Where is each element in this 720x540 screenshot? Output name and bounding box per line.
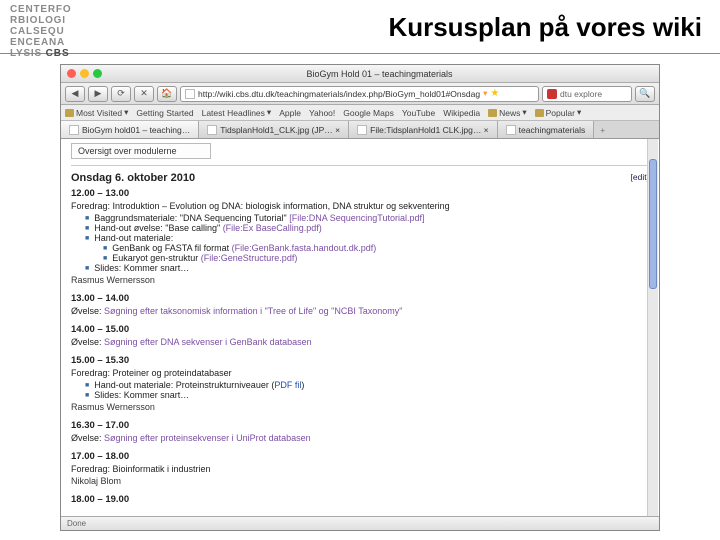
session-desc: Foredrag: Introduktion – Evolution og DN…: [71, 201, 649, 211]
time-range: 15.00 – 15.30: [71, 355, 649, 366]
browser-window: BioGym Hold 01 – teachingmaterials ◀ ▶ ⟳…: [60, 64, 660, 531]
toolbar: ◀ ▶ ⟳ ✕ 🏠 http://wiki.cbs.dtu.dk/teachin…: [61, 83, 659, 105]
session-block: 17.00 – 18.00 Foredrag: Bioinformatik i …: [71, 451, 649, 486]
bookmarks-toolbar: Most Visited▾ Getting Started Latest Hea…: [61, 105, 659, 121]
bookmark-popular[interactable]: Popular▾: [535, 107, 582, 118]
overview-box: Oversigt over modulerne: [71, 143, 211, 159]
tab-biogym[interactable]: BioGym hold01 – teaching…: [61, 121, 199, 138]
exercise-link[interactable]: Søgning efter proteinsekvenser i UniProt…: [104, 433, 311, 443]
reload-button[interactable]: ⟳: [111, 86, 131, 102]
session-block: 16.30 – 17.00 Øvelse: Søgning efter prot…: [71, 420, 649, 443]
bookmark-wikipedia[interactable]: Wikipedia: [443, 108, 480, 118]
time-range: 13.00 – 14.00: [71, 293, 649, 304]
time-range: 18.00 – 19.00: [71, 494, 649, 505]
folder-icon: [488, 109, 497, 117]
folder-icon: [535, 109, 544, 117]
tab-teachingmaterials[interactable]: teachingmaterials: [498, 121, 595, 138]
presenter: Rasmus Wernersson: [71, 275, 649, 285]
list-item: Hand-out materiale: GenBank og FASTA fil…: [85, 233, 649, 263]
new-tab-button[interactable]: +: [594, 121, 611, 138]
search-provider-label: dtu explore: [560, 89, 602, 99]
file-link[interactable]: (File:GeneStructure.pdf): [201, 253, 298, 263]
site-icon: [185, 89, 195, 99]
file-link[interactable]: (File:GenBank.fasta.handout.dk.pdf): [232, 243, 377, 253]
close-window-icon[interactable]: [67, 69, 76, 78]
presenter: Nikolaj Blom: [71, 476, 649, 486]
zoom-window-icon[interactable]: [93, 69, 102, 78]
session-desc: Øvelse: Søgning efter DNA sekvenser i Ge…: [71, 337, 649, 347]
session-desc: Foredrag: Bioinformatik i industrien: [71, 464, 649, 474]
bookmark-apple[interactable]: Apple: [279, 108, 301, 118]
session-block: 18.00 – 19.00: [71, 494, 649, 505]
window-title: BioGym Hold 01 – teachingmaterials: [106, 69, 653, 79]
list-item: Eukaryot gen-struktur (File:GeneStructur…: [103, 253, 649, 263]
session-block: 15.00 – 15.30 Foredrag: Proteiner og pro…: [71, 355, 649, 412]
forward-button[interactable]: ▶: [88, 86, 108, 102]
tab-tidsplan-jpg[interactable]: TidsplanHold1_CLK.jpg (JP… ×: [199, 121, 349, 138]
tab-file-tidsplan[interactable]: File:TidsplanHold1 CLK.jpg… ×: [349, 121, 498, 138]
session-desc: Øvelse: Søgning efter taksonomisk inform…: [71, 306, 649, 316]
tab-icon: [357, 125, 367, 135]
list-item: GenBank og FASTA fil format (File:GenBan…: [103, 243, 649, 253]
bookmark-news[interactable]: News▾: [488, 107, 527, 118]
scrollbar-thumb[interactable]: [649, 159, 657, 289]
time-range: 16.30 – 17.00: [71, 420, 649, 431]
bookmark-getting-started[interactable]: Getting Started: [136, 108, 193, 118]
tab-icon: [506, 125, 516, 135]
session-desc: Øvelse: Søgning efter proteinsekvenser i…: [71, 433, 649, 443]
bookmark-google-maps[interactable]: Google Maps: [343, 108, 394, 118]
status-text: Done: [67, 519, 86, 528]
divider: [71, 165, 649, 166]
tab-strip: BioGym hold01 – teaching… TidsplanHold1_…: [61, 121, 659, 139]
slide-header: CENTERFO RBIOLOGI CALSEQU ENCEANA LYSIS …: [0, 0, 720, 54]
list-item: Baggrundsmateriale: "DNA Sequencing Tuto…: [85, 213, 649, 223]
window-titlebar: BioGym Hold 01 – teachingmaterials: [61, 65, 659, 83]
file-link[interactable]: [File:DNA SequencingTutorial.pdf]: [289, 213, 424, 223]
page-content: Oversigt over modulerne [edit] Onsdag 6.…: [61, 139, 659, 516]
session-block: 12.00 – 13.00 Foredrag: Introduktion – E…: [71, 188, 649, 285]
bookmark-star-icon[interactable]: ★: [490, 88, 499, 99]
search-box[interactable]: dtu explore: [542, 86, 632, 102]
list-item: Hand-out øvelse: "Base calling" (File:Ex…: [85, 223, 649, 233]
session-desc: Foredrag: Proteiner og proteindatabaser: [71, 368, 649, 378]
bookmark-yahoo[interactable]: Yahoo!: [309, 108, 335, 118]
home-button[interactable]: 🏠: [157, 86, 177, 102]
session-block: 14.00 – 15.00 Øvelse: Søgning efter DNA …: [71, 324, 649, 347]
tab-icon: [207, 125, 217, 135]
exercise-link[interactable]: Søgning efter DNA sekvenser i GenBank da…: [104, 337, 312, 347]
search-provider-icon: [547, 89, 557, 99]
list-item: Slides: Kommer snart…: [85, 263, 649, 273]
stop-button[interactable]: ✕: [134, 86, 154, 102]
scrollbar-track[interactable]: [647, 139, 658, 516]
search-go-button[interactable]: 🔍: [635, 86, 655, 102]
session-block: 13.00 – 14.00 Øvelse: Søgning efter taks…: [71, 293, 649, 316]
file-link[interactable]: (File:Ex BaseCalling.pdf): [223, 223, 322, 233]
bookmark-latest-headlines[interactable]: Latest Headlines▾: [202, 107, 272, 118]
list-item: Hand-out materiale: Proteinstrukturnivea…: [85, 380, 649, 390]
time-range: 17.00 – 18.00: [71, 451, 649, 462]
time-range: 14.00 – 15.00: [71, 324, 649, 335]
minimize-window-icon[interactable]: [80, 69, 89, 78]
presenter: Rasmus Wernersson: [71, 402, 649, 412]
url-text: http://wiki.cbs.dtu.dk/teachingmaterials…: [198, 89, 480, 99]
tab-icon: [69, 125, 79, 135]
bookmark-most-visited[interactable]: Most Visited▾: [65, 107, 128, 118]
file-link[interactable]: PDF fil: [274, 380, 301, 390]
rss-icon[interactable]: ▾: [483, 88, 487, 99]
time-range: 12.00 – 13.00: [71, 188, 649, 199]
back-button[interactable]: ◀: [65, 86, 85, 102]
exercise-link[interactable]: Søgning efter taksonomisk information i …: [104, 306, 402, 316]
date-heading: Onsdag 6. oktober 2010: [71, 172, 649, 184]
cbs-logo: CENTERFO RBIOLOGI CALSEQU ENCEANA LYSIS …: [10, 4, 95, 59]
bookmark-youtube[interactable]: YouTube: [402, 108, 435, 118]
slide-title: Kursusplan på vores wiki: [95, 4, 702, 43]
address-bar[interactable]: http://wiki.cbs.dtu.dk/teachingmaterials…: [180, 86, 539, 102]
folder-icon: [65, 109, 74, 117]
list-item: Slides: Kommer snart…: [85, 390, 649, 400]
status-bar: Done: [61, 516, 659, 530]
